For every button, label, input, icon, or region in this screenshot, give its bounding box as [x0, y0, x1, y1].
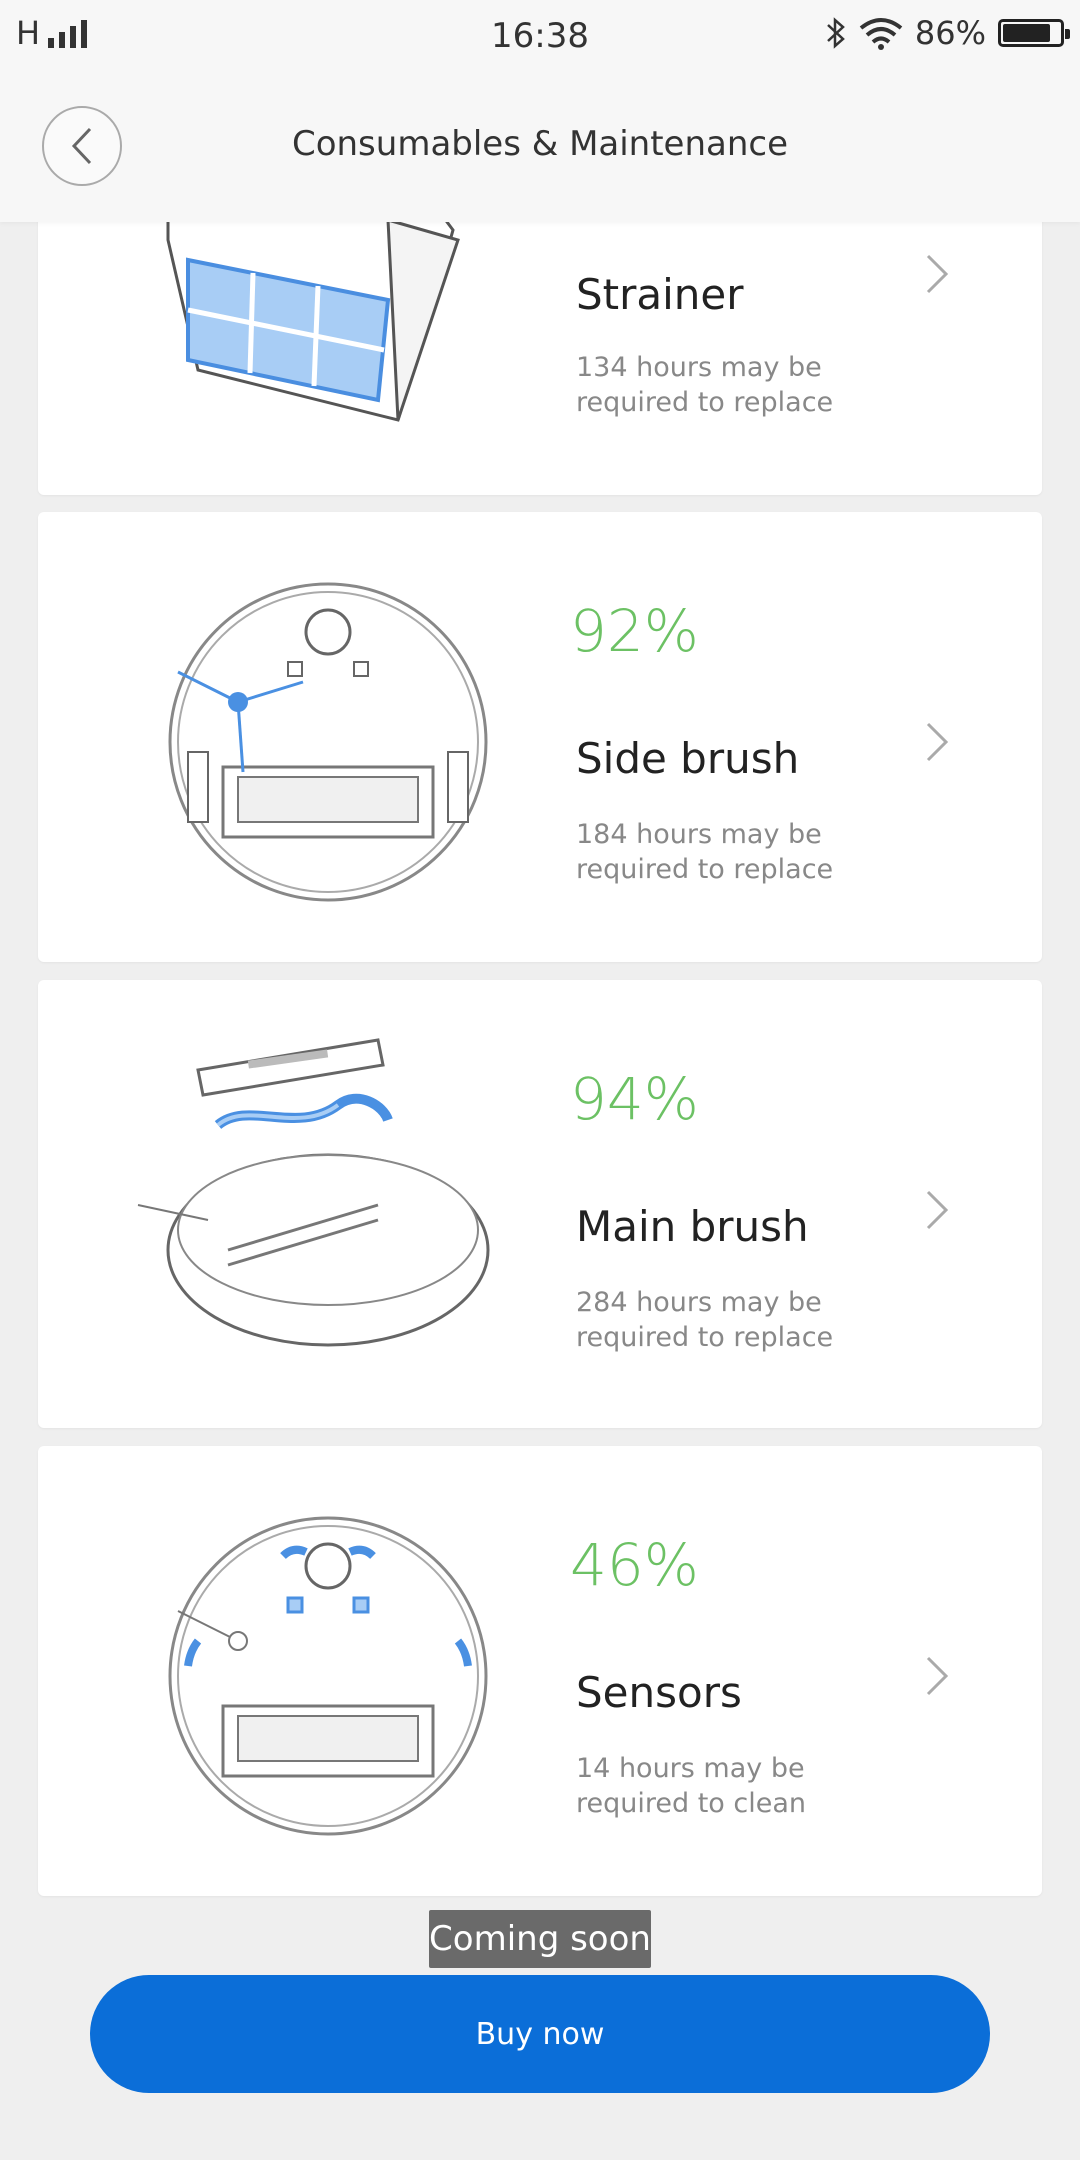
status-icons: 86% [825, 14, 1070, 52]
buy-now-label: Buy now [475, 2016, 605, 2052]
consumables-list[interactable]: Strainer 134 hours may be required to re… [0, 0, 1080, 2160]
item-name: Side brush [576, 734, 800, 783]
item-hours: 184 hours may be [576, 819, 822, 850]
item-name: Strainer [576, 270, 744, 319]
item-description: 134 hours may be required to replace [576, 350, 876, 420]
item-action: required to replace [576, 854, 834, 885]
item-action: required to clean [576, 1788, 807, 1819]
item-action: required to replace [576, 1322, 834, 1353]
chevron-right-icon [926, 254, 949, 294]
chevron-right-icon [926, 1190, 949, 1230]
sensors-card[interactable]: 46% Sensors 14 hours may be required to … [38, 1446, 1042, 1896]
battery-percent: 86% [914, 14, 986, 52]
app-header: Consumables & Maintenance [0, 72, 1080, 222]
side-brush-illustration [168, 582, 488, 902]
item-description: 284 hours may be required to replace [576, 1285, 876, 1355]
battery-icon [998, 19, 1070, 47]
page-title: Consumables & Maintenance [291, 124, 789, 164]
item-percent: 46% [570, 1531, 699, 1599]
wifi-icon [859, 18, 903, 50]
chevron-right-icon [926, 722, 949, 762]
item-percent: 92% [570, 597, 699, 665]
item-description: 184 hours may be required to replace [576, 817, 876, 887]
chevron-right-icon [926, 1656, 949, 1696]
main-brush-card[interactable]: 94% Main brush 284 hours may be required… [38, 980, 1042, 1428]
item-percent: 94% [570, 1065, 699, 1133]
item-name: Sensors [576, 1668, 742, 1717]
item-hours: 284 hours may be [576, 1287, 822, 1318]
toast-message: Coming soon [429, 1910, 651, 1968]
sensors-illustration [168, 1516, 488, 1836]
item-hours: 14 hours may be [576, 1753, 805, 1784]
item-action: required to replace [576, 387, 834, 418]
item-hours: 134 hours may be [576, 352, 822, 383]
main-brush-illustration [137, 1038, 490, 1347]
buy-now-button[interactable]: Buy now [90, 1975, 990, 2093]
item-name: Main brush [576, 1202, 809, 1251]
status-bar: H 16:38 86% [0, 0, 1080, 72]
item-description: 14 hours may be required to clean [576, 1751, 876, 1821]
bluetooth-icon [827, 17, 845, 49]
side-brush-card[interactable]: 92% Side brush 184 hours may be required… [38, 512, 1042, 962]
